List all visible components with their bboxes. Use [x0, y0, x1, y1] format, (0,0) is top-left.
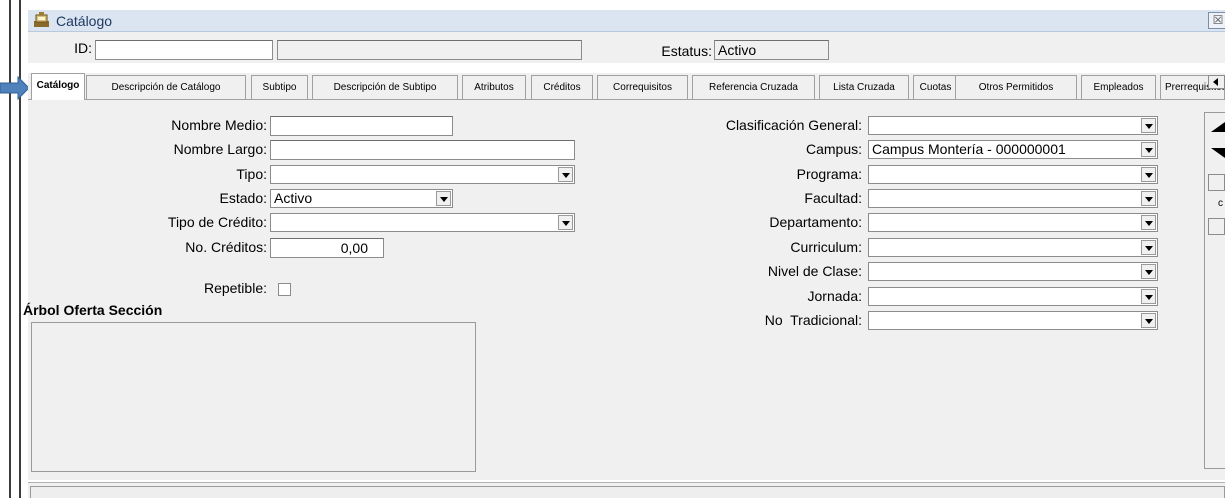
id-label: ID: — [74, 40, 92, 56]
tab-referencia-cruzada[interactable]: Referencia Cruzada — [692, 75, 815, 99]
chevron-down-icon[interactable] — [1141, 289, 1156, 304]
tipo-credito-dropdown[interactable] — [270, 213, 575, 232]
triangle-down-icon — [1211, 148, 1225, 158]
triangle-up-icon — [1211, 122, 1225, 132]
scroll-up-button[interactable] — [1208, 118, 1225, 138]
campus-dropdown[interactable]: Campus Montería - 000000001 — [868, 140, 1158, 159]
curriculum-dropdown[interactable] — [868, 238, 1158, 257]
id-input[interactable] — [95, 40, 273, 60]
chevron-down-icon[interactable] — [1141, 264, 1156, 279]
nombre-largo-input[interactable] — [270, 140, 575, 160]
nombre-largo-label: Nombre Largo: — [173, 141, 267, 157]
status-field: Activo — [714, 40, 829, 60]
no-creditos-input[interactable]: 0,00 — [270, 238, 384, 258]
tab-subtipo[interactable]: Subtipo — [251, 75, 308, 99]
record-letter: c — [1218, 198, 1223, 209]
window-border-line — [9, 0, 11, 498]
tree-section-title: Árbol Oferta Sección — [23, 302, 163, 318]
tab-descripcion-subtipo[interactable]: Descripción de Subtipo — [312, 75, 458, 99]
title-bar — [28, 10, 1225, 32]
pointer-arrow-icon — [0, 76, 30, 100]
chevron-down-icon[interactable] — [1141, 240, 1156, 255]
clasificacion-label: Clasificación General: — [725, 117, 862, 133]
tree-oferta-seccion[interactable] — [31, 322, 476, 472]
nombre-medio-label: Nombre Medio: — [171, 117, 267, 133]
no-creditos-label: No. Créditos: — [185, 239, 267, 255]
tipo-credito-label: Tipo de Crédito: — [167, 214, 267, 230]
close-button[interactable]: ☒ — [1208, 12, 1225, 29]
repetible-label: Repetible: — [203, 280, 267, 296]
no-tradicional-dropdown[interactable] — [868, 311, 1158, 330]
chevron-down-icon[interactable] — [1141, 142, 1156, 157]
window-title: Catálogo — [56, 13, 113, 29]
tipo-label: Tipo: — [236, 166, 267, 182]
campus-label: Campus: — [805, 141, 862, 157]
record-count-field — [1208, 174, 1225, 191]
jornada-dropdown[interactable] — [868, 287, 1158, 306]
tab-lista-cruzada[interactable]: Lista Cruzada — [819, 75, 909, 99]
tab-atributos[interactable]: Atributos — [462, 75, 526, 99]
chevron-down-icon[interactable] — [1141, 167, 1156, 182]
no-tradicional-label: No Tradicional: — [764, 312, 862, 328]
chevron-down-icon[interactable] — [1141, 215, 1156, 230]
arrow-left-icon — [1213, 78, 1218, 86]
status-label: Estatus: — [661, 43, 712, 59]
departamento-label: Departamento: — [769, 214, 862, 230]
scroll-down-button[interactable] — [1208, 142, 1225, 162]
nivel-clase-label: Nivel de Clase: — [767, 263, 862, 279]
nombre-medio-input[interactable] — [270, 116, 453, 136]
status-bar-field — [30, 486, 1225, 498]
departamento-dropdown[interactable] — [868, 213, 1158, 232]
tab-scroll-left-button[interactable] — [1208, 75, 1225, 89]
id-description-field — [277, 40, 582, 60]
tab-correquisitos[interactable]: Correquisitos — [597, 75, 688, 99]
chevron-down-icon[interactable] — [1141, 313, 1156, 328]
chevron-down-icon[interactable] — [1141, 118, 1156, 133]
catalog-app-icon — [34, 12, 49, 27]
tipo-dropdown[interactable] — [270, 165, 575, 184]
facultad-dropdown[interactable] — [868, 189, 1158, 208]
programa-dropdown[interactable] — [868, 165, 1158, 184]
jornada-label: Jornada: — [807, 288, 862, 304]
campus-value: Campus Montería - 000000001 — [872, 141, 1066, 157]
window-border-line — [19, 0, 21, 498]
tab-descripcion-catalogo[interactable]: Descripción de Catálogo — [86, 75, 246, 99]
record-total-field — [1208, 218, 1225, 235]
estado-dropdown[interactable]: Activo — [270, 189, 453, 208]
tab-cuotas[interactable]: Cuotas — [913, 75, 958, 99]
tab-empleados[interactable]: Empleados — [1081, 75, 1156, 99]
chevron-down-icon[interactable] — [1141, 191, 1156, 206]
tab-catalogo[interactable]: Catálogo — [31, 73, 85, 100]
curriculum-label: Curriculum: — [790, 239, 862, 255]
programa-label: Programa: — [796, 166, 862, 182]
facultad-label: Facultad: — [804, 190, 862, 206]
chevron-down-icon[interactable] — [436, 191, 451, 206]
chevron-down-icon[interactable] — [558, 215, 573, 230]
clasificacion-dropdown[interactable] — [868, 116, 1158, 135]
chevron-down-icon[interactable] — [558, 167, 573, 182]
tab-creditos[interactable]: Créditos — [531, 75, 593, 99]
right-control-panel — [1204, 112, 1225, 469]
nivel-clase-dropdown[interactable] — [868, 262, 1158, 281]
repetible-checkbox[interactable] — [278, 283, 291, 296]
tab-otros-permitidos[interactable]: Otros Permitidos — [955, 75, 1077, 99]
estado-label: Estado: — [219, 190, 267, 206]
estado-value: Activo — [274, 190, 313, 206]
